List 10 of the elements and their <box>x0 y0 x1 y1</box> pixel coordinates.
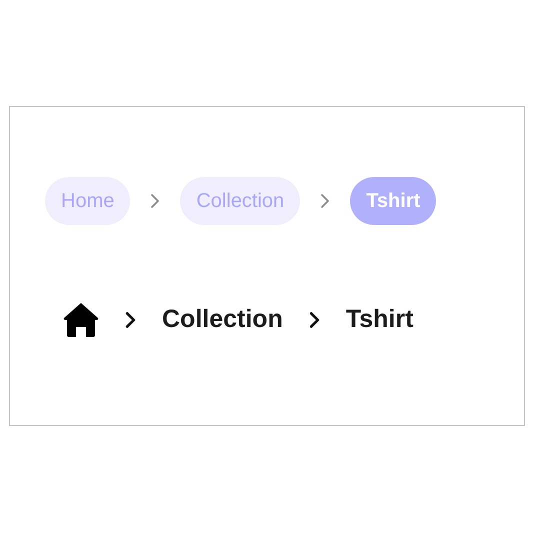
breadcrumb-pill[interactable]: Tshirt <box>350 176 436 224</box>
chevron-icon <box>125 310 136 330</box>
chevron-icon <box>320 192 330 208</box>
breadcrumb-pill[interactable]: Collection <box>180 176 300 224</box>
breadcrumb-pill[interactable]: Home <box>45 176 130 224</box>
home-icon[interactable] <box>63 302 99 338</box>
chevron-icon <box>150 192 160 208</box>
chevron-icon <box>308 310 320 330</box>
breadcrumb-link[interactable]: Tshirt <box>346 301 414 338</box>
breadcrumb-link[interactable]: Collection <box>162 301 283 338</box>
